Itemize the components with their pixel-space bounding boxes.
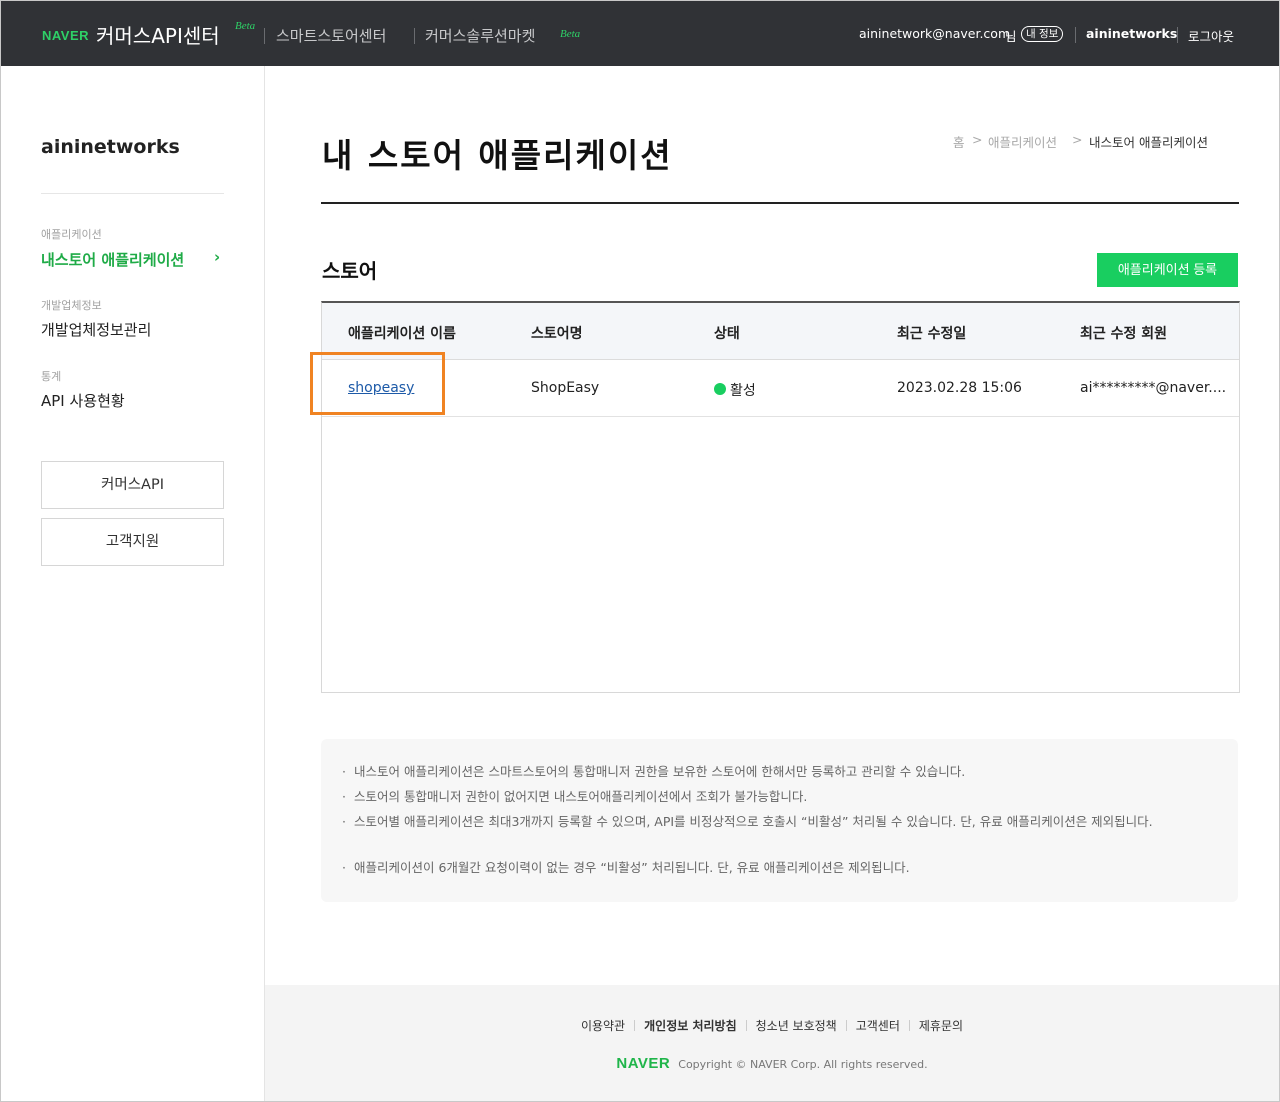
beta-badge: Beta xyxy=(235,20,256,32)
notice-box: · 내스토어 애플리케이션은 스마트스토어의 통합매니저 권한을 보유한 스토어에… xyxy=(321,739,1238,902)
footer-link-customer-center[interactable]: 고객센터 xyxy=(856,1017,900,1034)
footer-links: 이용약관 개인정보 처리방침 청소년 보호정책 고객센터 제휴문의 xyxy=(265,1017,1279,1034)
sidebar xyxy=(1,66,265,1101)
sidebar-item-api-usage[interactable]: API 사용현황 xyxy=(41,390,125,411)
notice-item: · 스토어별 애플리케이션은 최대3개까지 등록할 수 있으며, API를 비정상… xyxy=(342,814,1153,829)
chevron-right-icon: › xyxy=(214,248,221,266)
register-application-button[interactable]: 애플리케이션 등록 xyxy=(1097,253,1238,287)
column-header-modified-date: 최근 수정일 xyxy=(897,326,967,342)
account-name[interactable]: aininetworks xyxy=(1086,26,1177,41)
smartstore-center-link[interactable]: 스마트스토어센터 xyxy=(276,25,386,46)
divider xyxy=(264,28,265,44)
column-header-status: 상태 xyxy=(714,326,740,342)
breadcrumb-separator: > xyxy=(1072,132,1083,147)
beta-badge: Beta xyxy=(560,28,581,40)
modified-date-cell: 2023.02.28 15:06 xyxy=(897,380,1022,396)
divider xyxy=(414,28,415,44)
footer-link-partnership[interactable]: 제휴문의 xyxy=(919,1017,963,1034)
user-email: aininetwork@naver.com xyxy=(859,26,1011,41)
table-header: 애플리케이션 이름 스토어명 상태 최근 수정일 최근 수정 회원 xyxy=(322,303,1239,360)
logout-link[interactable]: 로그아웃 xyxy=(1188,26,1234,45)
column-header-modified-member: 최근 수정 회원 xyxy=(1080,326,1168,342)
customer-support-button[interactable]: 고객지원 xyxy=(41,518,224,566)
sidebar-item-developer-info[interactable]: 개발업체정보관리 xyxy=(41,319,151,340)
breadcrumb-separator: > xyxy=(972,132,983,147)
breadcrumb-home[interactable]: 홈 xyxy=(953,132,965,151)
breadcrumb-applications[interactable]: 애플리케이션 xyxy=(988,132,1057,151)
column-header-store-name: 스토어명 xyxy=(531,326,583,342)
footer-link-youth-policy[interactable]: 청소년 보호정책 xyxy=(756,1017,837,1034)
store-name-cell: ShopEasy xyxy=(531,380,600,396)
footer-copyright: NAVER Copyright © NAVER Corp. All rights … xyxy=(265,1055,1279,1072)
column-header-app-name: 애플리케이션 이름 xyxy=(348,326,456,342)
top-navigation-bar: NAVER 커머스API센터 Beta 스마트스토어센터 커머스솔루션마켓 Be… xyxy=(1,1,1279,66)
sidebar-category-application: 애플리케이션 xyxy=(41,228,102,241)
sidebar-item-my-store-applications[interactable]: 내스토어 애플리케이션 xyxy=(41,249,184,270)
commerce-solution-market-link[interactable]: 커머스솔루션마켓 xyxy=(425,25,535,46)
naver-logo[interactable]: NAVER xyxy=(42,28,89,43)
page-title: 내 스토어 애플리케이션 xyxy=(322,136,673,175)
status-active-icon xyxy=(714,383,726,395)
notice-item: · 스토어의 통합매니저 권한이 없어지면 내스토어애플리케이션에서 조회가 불가… xyxy=(342,789,808,804)
user-suffix: 님 xyxy=(1005,29,1017,44)
sidebar-divider xyxy=(41,193,224,194)
section-title: 스토어 xyxy=(322,259,378,283)
commerce-api-button[interactable]: 커머스API xyxy=(41,461,224,509)
my-info-button[interactable]: 내 정보 xyxy=(1021,26,1064,42)
applications-table: 애플리케이션 이름 스토어명 상태 최근 수정일 최근 수정 회원 shopea… xyxy=(321,301,1240,693)
sidebar-category-developer: 개발업체정보 xyxy=(41,299,102,312)
footer-naver-logo: NAVER xyxy=(616,1055,671,1072)
sidebar-store-name: aininetworks xyxy=(41,136,180,158)
notice-item: · 애플리케이션이 6개월간 요청이력이 없는 경우 “비활성” 처리됩니다. 단… xyxy=(342,860,910,875)
breadcrumb-current: 내스토어 애플리케이션 xyxy=(1089,135,1208,150)
footer: 이용약관 개인정보 처리방침 청소년 보호정책 고객센터 제휴문의 NAVER Copyr… xyxy=(265,985,1279,1101)
highlight-box xyxy=(310,352,445,415)
copyright-text: Copyright © NAVER Corp. All rights reser… xyxy=(678,1058,928,1071)
commerce-api-center-title[interactable]: 커머스API센터 xyxy=(96,20,220,49)
modified-member-cell: ai*********@naver.... xyxy=(1080,380,1227,396)
divider xyxy=(1177,27,1178,43)
title-divider xyxy=(321,202,1239,204)
notice-item: · 내스토어 애플리케이션은 스마트스토어의 통합매니저 권한을 보유한 스토어에… xyxy=(342,764,966,779)
footer-link-terms[interactable]: 이용약관 xyxy=(581,1017,625,1034)
divider xyxy=(1075,27,1076,43)
table-row: shopeasy ShopEasy 활성 2023.02.28 15:06 ai… xyxy=(322,360,1239,417)
sidebar-category-stats: 통계 xyxy=(41,370,62,383)
footer-link-privacy[interactable]: 개인정보 처리방침 xyxy=(644,1017,737,1034)
status-cell: 활성 xyxy=(730,383,756,399)
